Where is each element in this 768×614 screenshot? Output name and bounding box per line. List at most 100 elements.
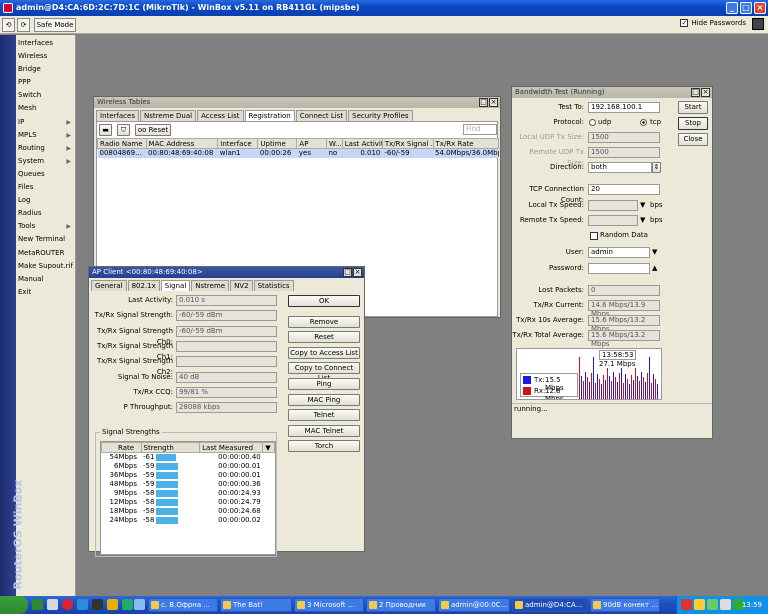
sidebar-item[interactable]: Make Supout.rif: [18, 260, 75, 273]
dropdown-icon[interactable]: ▼: [640, 200, 645, 211]
action-button[interactable]: Copy to Access List: [288, 346, 360, 359]
sidebar-item[interactable]: PPP: [18, 76, 75, 89]
remote-udp-input[interactable]: 1500: [588, 147, 660, 158]
bw-window-title[interactable]: Bandwidth Test (Running) □ ×: [512, 87, 712, 98]
column-header[interactable]: Tx/Rx Rate: [432, 138, 500, 149]
column-header[interactable]: Rate: [101, 442, 142, 453]
sidebar-item[interactable]: IP ▶: [18, 116, 75, 129]
sidebar-item[interactable]: Tools ▶: [18, 220, 75, 233]
tab-item[interactable]: Registration: [244, 110, 295, 121]
maximize-button[interactable]: □: [740, 2, 752, 14]
safe-mode-button[interactable]: Safe Mode: [34, 18, 76, 32]
action-button[interactable]: Telnet: [288, 409, 360, 422]
tab-item[interactable]: Statistics: [253, 280, 294, 291]
close-button[interactable]: ×: [754, 2, 766, 14]
table-row[interactable]: 48Mbps -59 00:00:00.36: [102, 480, 275, 489]
sidebar-item[interactable]: Switch: [18, 89, 75, 102]
local-udp-input[interactable]: 1500: [588, 132, 660, 143]
tab-item[interactable]: Signal: [160, 280, 191, 291]
test-to-input[interactable]: 192.168.100.1: [588, 102, 660, 113]
action-button[interactable]: MAC Ping: [288, 393, 360, 406]
taskbar-item[interactable]: The Bat!: [220, 598, 292, 612]
table-row[interactable]: 54Mbps -61 00:00:00.40: [102, 453, 275, 462]
table-row[interactable]: 24Mbps -58 00:00:00.02: [102, 516, 275, 525]
column-header[interactable]: MAC Address: [145, 138, 219, 149]
direction-select[interactable]: both: [588, 162, 652, 173]
tab-item[interactable]: NV2: [230, 280, 253, 291]
stop-button[interactable]: Stop: [678, 117, 708, 130]
sidebar-item[interactable]: Log: [18, 194, 75, 207]
action-button[interactable]: Remove: [288, 315, 360, 328]
sidebar-item[interactable]: Bridge: [18, 63, 75, 76]
close-button[interactable]: Close: [678, 133, 708, 146]
remote-speed-input[interactable]: [588, 215, 638, 226]
restore-icon[interactable]: □: [691, 88, 700, 97]
action-button[interactable]: OK: [288, 295, 360, 307]
tab-item[interactable]: Access List: [197, 110, 244, 121]
action-button[interactable]: Copy to Connect List: [288, 362, 360, 382]
user-input[interactable]: admin: [588, 247, 650, 258]
restore-icon[interactable]: □: [479, 98, 488, 107]
tab-item[interactable]: Interfaces: [96, 110, 139, 121]
table-row[interactable]: 36Mbps -59 00:00:00.01: [102, 471, 275, 480]
column-header[interactable]: Radio Name: [97, 138, 147, 149]
remove-icon[interactable]: ▬: [99, 124, 112, 136]
sidebar-item[interactable]: Files: [18, 181, 75, 194]
tcp-connection-input[interactable]: 20: [588, 184, 660, 195]
table-row[interactable]: 9Mbps -58 00:00:24.93: [102, 489, 275, 498]
action-button[interactable]: Reset: [288, 331, 360, 344]
udp-radio[interactable]: [589, 119, 596, 126]
find-input[interactable]: Find: [463, 124, 497, 135]
table-row[interactable]: 18Mbps -58 00:00:24.68: [102, 507, 275, 516]
column-header[interactable]: Last Activit...: [341, 138, 383, 149]
sidebar-item[interactable]: Wireless: [18, 50, 75, 63]
taskbar-item[interactable]: 90dB конект ...: [590, 598, 660, 612]
volume-icon[interactable]: [720, 599, 731, 610]
column-header[interactable]: AP: [296, 138, 327, 149]
tcp-radio[interactable]: [640, 119, 647, 126]
sidebar-item[interactable]: New Terminal: [18, 233, 75, 246]
tray-icon[interactable]: [694, 599, 705, 610]
dropdown-icon[interactable]: ▼: [262, 442, 275, 453]
app-icon[interactable]: [92, 599, 103, 610]
close-icon[interactable]: ×: [353, 268, 362, 277]
column-header[interactable]: Strength: [140, 442, 201, 453]
reset-button[interactable]: oo Reset: [135, 124, 171, 136]
tab-item[interactable]: Nstreme Dual: [140, 110, 197, 121]
app-icon[interactable]: [134, 599, 145, 610]
sidebar-item[interactable]: Routing ▶: [18, 142, 75, 155]
app-icon[interactable]: [77, 599, 88, 610]
local-speed-input[interactable]: [588, 200, 638, 211]
table-row[interactable]: 6Mbps -59 00:00:00.01: [102, 462, 275, 471]
tab-item[interactable]: General: [91, 280, 127, 291]
undo-button[interactable]: ⟲: [2, 18, 15, 32]
column-header[interactable]: Last Measured: [199, 442, 264, 453]
sidebar-item[interactable]: MPLS ▶: [18, 129, 75, 142]
action-button[interactable]: Torch: [288, 440, 360, 453]
table-row[interactable]: 00804869... 00:80:48:69:40:08 wlan1 00:00:2…: [97, 148, 499, 158]
start-button[interactable]: [0, 596, 28, 614]
taskbar-item[interactable]: 3 Microsoft ...: [294, 598, 364, 612]
opera-icon[interactable]: [62, 599, 73, 610]
column-header[interactable]: Interface: [217, 138, 259, 149]
column-header[interactable]: W...: [325, 138, 343, 149]
dropdown-icon[interactable]: ⇕: [652, 162, 661, 173]
table-row[interactable]: 12Mbps -58 00:00:24.79: [102, 498, 275, 507]
sidebar-item[interactable]: MetaROUTER: [18, 247, 75, 260]
random-data-checkbox[interactable]: [590, 232, 598, 240]
password-input[interactable]: [588, 263, 650, 274]
restore-icon[interactable]: □: [343, 268, 352, 277]
hide-passwords-toggle[interactable]: ✓ Hide Passwords: [680, 19, 746, 27]
sidebar-item[interactable]: Interfaces: [18, 37, 75, 50]
sidebar-item[interactable]: Mesh: [18, 102, 75, 115]
start-button[interactable]: Start: [678, 101, 708, 114]
column-header[interactable]: Tx/Rx Signal ...: [381, 138, 434, 149]
tab-item[interactable]: Security Profiles: [348, 110, 413, 121]
checkbox-icon[interactable]: ✓: [680, 19, 689, 27]
tray-icon[interactable]: [681, 599, 692, 610]
tab-item[interactable]: 802.1x: [127, 280, 160, 291]
taskbar-item[interactable]: admin@D4:CA...: [512, 598, 588, 612]
tab-item[interactable]: Connect List: [295, 110, 348, 121]
action-button[interactable]: Ping: [288, 378, 360, 390]
column-header[interactable]: Uptime: [257, 138, 298, 149]
